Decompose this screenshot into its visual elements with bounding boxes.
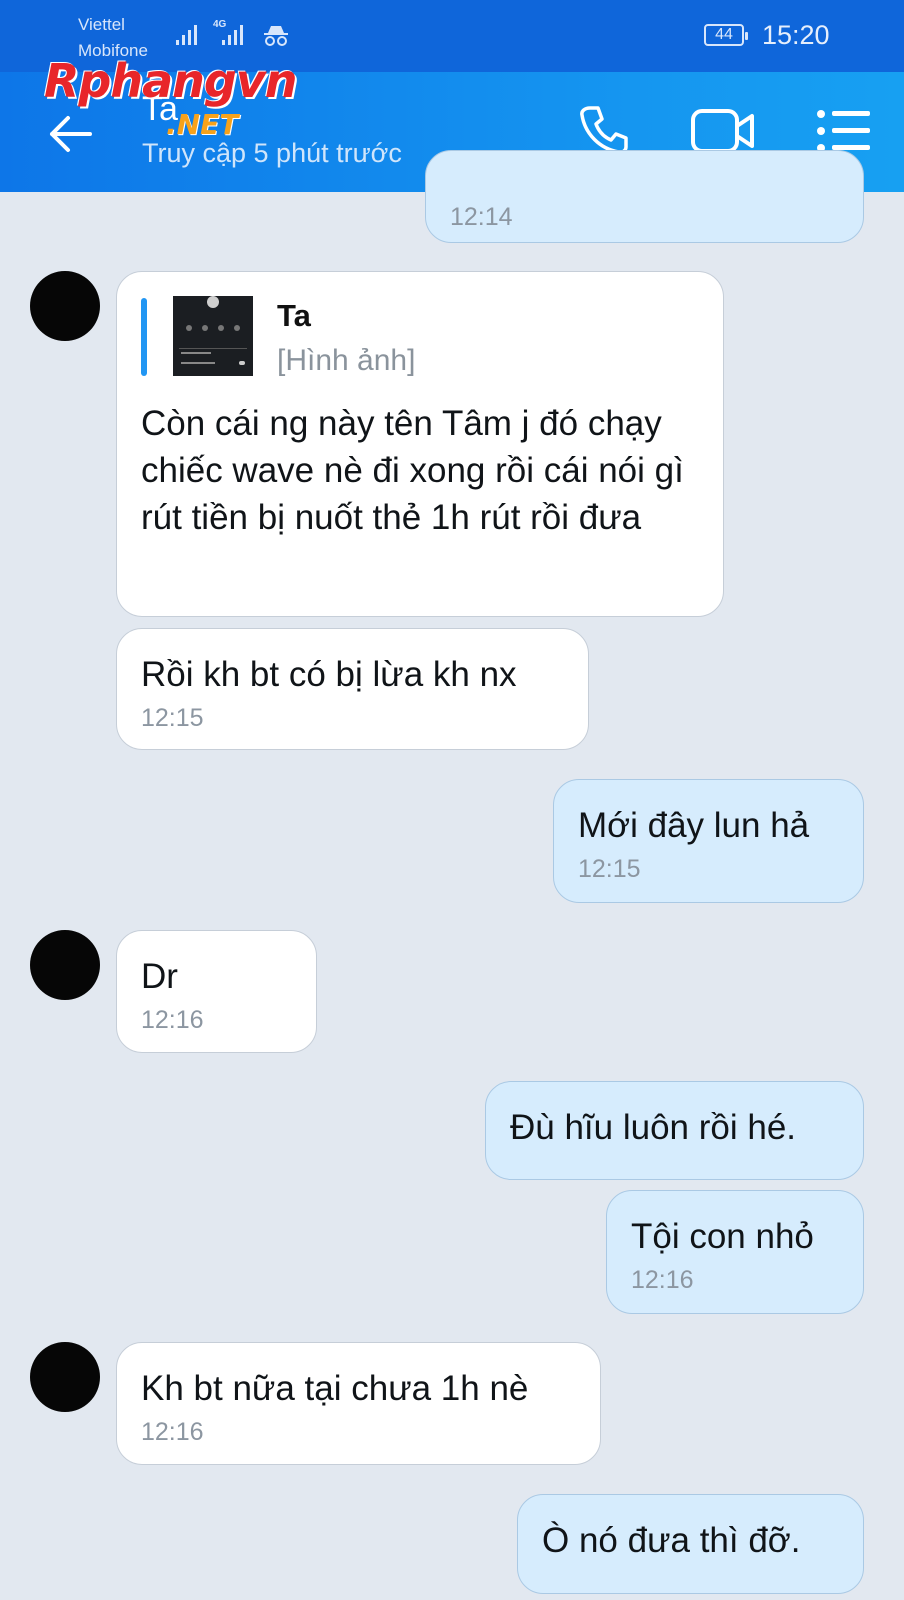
message-bubble-incoming[interactable]: Dr 12:16 bbox=[116, 930, 317, 1053]
message-bubble-incoming[interactable]: Kh bt nữa tại chưa 1h nè 12:16 bbox=[116, 1342, 601, 1465]
message-time: 12:16 bbox=[631, 1266, 694, 1294]
quoted-image-thumbnail[interactable] bbox=[173, 296, 253, 376]
message-text: Dr bbox=[141, 957, 178, 996]
quote-content: [Hình ảnh] bbox=[277, 344, 416, 377]
message-time: 12:15 bbox=[578, 855, 641, 883]
message-time: 12:14 bbox=[450, 203, 513, 231]
back-arrow-icon[interactable] bbox=[46, 110, 94, 158]
message-bubble-outgoing[interactable]: Đù hĩu luôn rồi hé. bbox=[485, 1081, 864, 1180]
clock: 15:20 bbox=[762, 20, 830, 50]
video-call-icon[interactable] bbox=[690, 106, 756, 156]
message-bubble-outgoing[interactable]: Mới đây lun hả 12:15 bbox=[553, 779, 864, 903]
message-text: Đù hĩu luôn rồi hé. bbox=[510, 1108, 797, 1147]
message-bubble-outgoing[interactable]: Ò nó đưa thì đỡ. bbox=[517, 1494, 864, 1594]
avatar[interactable] bbox=[30, 1342, 100, 1412]
avatar[interactable] bbox=[30, 930, 100, 1000]
avatar[interactable] bbox=[30, 271, 100, 341]
quote-accent-bar bbox=[141, 298, 147, 376]
message-text: Mới đây lun hả bbox=[578, 806, 810, 845]
signal-icon bbox=[176, 25, 197, 45]
message-time: 12:16 bbox=[141, 1418, 204, 1446]
message-bubble-incoming[interactable]: Rồi kh bt có bị lừa kh nx 12:15 bbox=[116, 628, 589, 750]
thumbnail-image-icon bbox=[179, 296, 247, 365]
menu-list-icon[interactable] bbox=[816, 108, 872, 154]
watermark-logo: Rphangvn bbox=[44, 54, 298, 108]
signal-icon bbox=[222, 25, 243, 45]
message-text: Ò nó đưa thì đỡ. bbox=[542, 1521, 801, 1560]
message-text: Kh bt nữa tại chưa 1h nè bbox=[141, 1369, 529, 1408]
incognito-icon bbox=[264, 26, 288, 46]
message-bubble-outgoing[interactable]: Tội con nhỏ 12:16 bbox=[606, 1190, 864, 1314]
last-seen-status: Truy cập 5 phút trước bbox=[142, 138, 402, 168]
carrier-1: Viettel bbox=[78, 15, 125, 34]
quote-sender-name: Ta bbox=[277, 298, 311, 333]
battery-icon: 44 bbox=[704, 24, 748, 46]
message-bubble-incoming[interactable]: Ta [Hình ảnh] Còn cái ng này tên Tâm j đ… bbox=[116, 271, 724, 617]
message-bubble-outgoing[interactable]: 12:14 bbox=[425, 150, 864, 243]
message-time: 12:16 bbox=[141, 1006, 204, 1034]
message-text: Rồi kh bt có bị lừa kh nx bbox=[141, 655, 517, 694]
watermark-logo-sub: .NET bbox=[166, 108, 239, 141]
message-text: Còn cái ng này tên Tâm j đó chạy chiếc w… bbox=[141, 404, 684, 537]
message-time: 12:15 bbox=[141, 704, 204, 732]
message-text: Tội con nhỏ bbox=[631, 1217, 814, 1256]
